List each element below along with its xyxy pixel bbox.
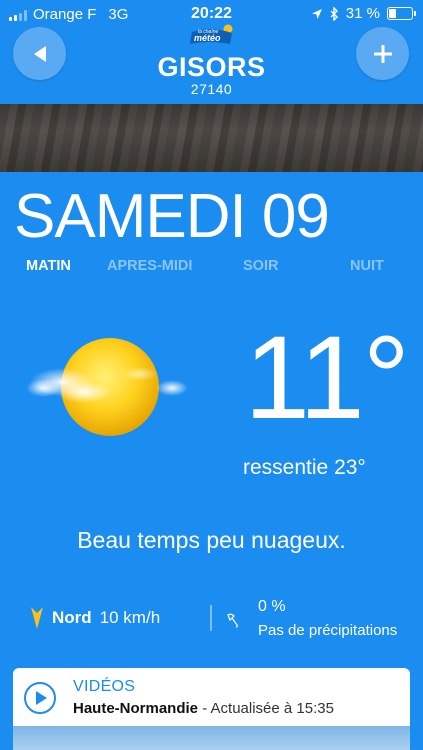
location-arrow-icon xyxy=(311,8,322,19)
weather-description: Beau temps peu nuageux. xyxy=(77,527,346,553)
tab-matin[interactable]: MATIN xyxy=(26,258,71,274)
wind-speed: 10 km/h xyxy=(99,608,161,627)
temperature: 11° xyxy=(244,312,410,444)
postal-code: 27140 xyxy=(190,81,233,97)
video-region-line: Haute-Normandie - Actualisée à 15:35 xyxy=(73,700,334,717)
sun-with-cloud-icon xyxy=(26,338,188,436)
wind-info: Nord 10 km/h xyxy=(30,606,160,630)
feels-like: ressentie 23° xyxy=(243,456,366,480)
precipitation-percent: 0 % xyxy=(258,598,286,615)
tab-nuit[interactable]: NUIT xyxy=(350,258,384,274)
video-updated: - Actualisée à 15:35 xyxy=(202,700,334,717)
video-thumbnail[interactable] xyxy=(13,726,410,750)
feels-like-label: ressentie xyxy=(243,456,329,479)
wind-direction: Nord xyxy=(52,608,92,627)
battery-icon xyxy=(387,7,416,20)
period-tabs: MATIN APRES-MIDI SOIR NUIT xyxy=(0,258,423,278)
precipitation-text: Pas de précipitations xyxy=(258,622,398,639)
wind-direction-icon xyxy=(31,607,43,629)
plus-icon xyxy=(373,44,392,63)
tab-apres-midi[interactable]: APRES-MIDI xyxy=(107,258,192,274)
battery-percent: 31 % xyxy=(345,5,380,22)
forecast-day: SAMEDI 09 xyxy=(14,182,330,251)
feels-like-value: 23° xyxy=(334,456,366,479)
play-icon[interactable] xyxy=(23,681,57,715)
bluetooth-icon xyxy=(330,6,338,21)
logo-main-text: météo xyxy=(194,33,221,43)
webcam-image[interactable] xyxy=(0,104,423,172)
umbrella-icon xyxy=(227,613,238,628)
add-city-button[interactable] xyxy=(356,27,409,80)
video-region: Haute-Normandie xyxy=(73,700,199,717)
videos-card[interactable]: VIDÉOS Haute-Normandie - Actualisée à 15… xyxy=(13,668,410,750)
info-divider xyxy=(210,605,212,631)
videos-label: VIDÉOS xyxy=(73,678,136,695)
meteo-logo: la chaîne météo xyxy=(190,24,233,44)
status-right: 31 % xyxy=(311,5,416,22)
tab-soir[interactable]: SOIR xyxy=(243,258,278,274)
